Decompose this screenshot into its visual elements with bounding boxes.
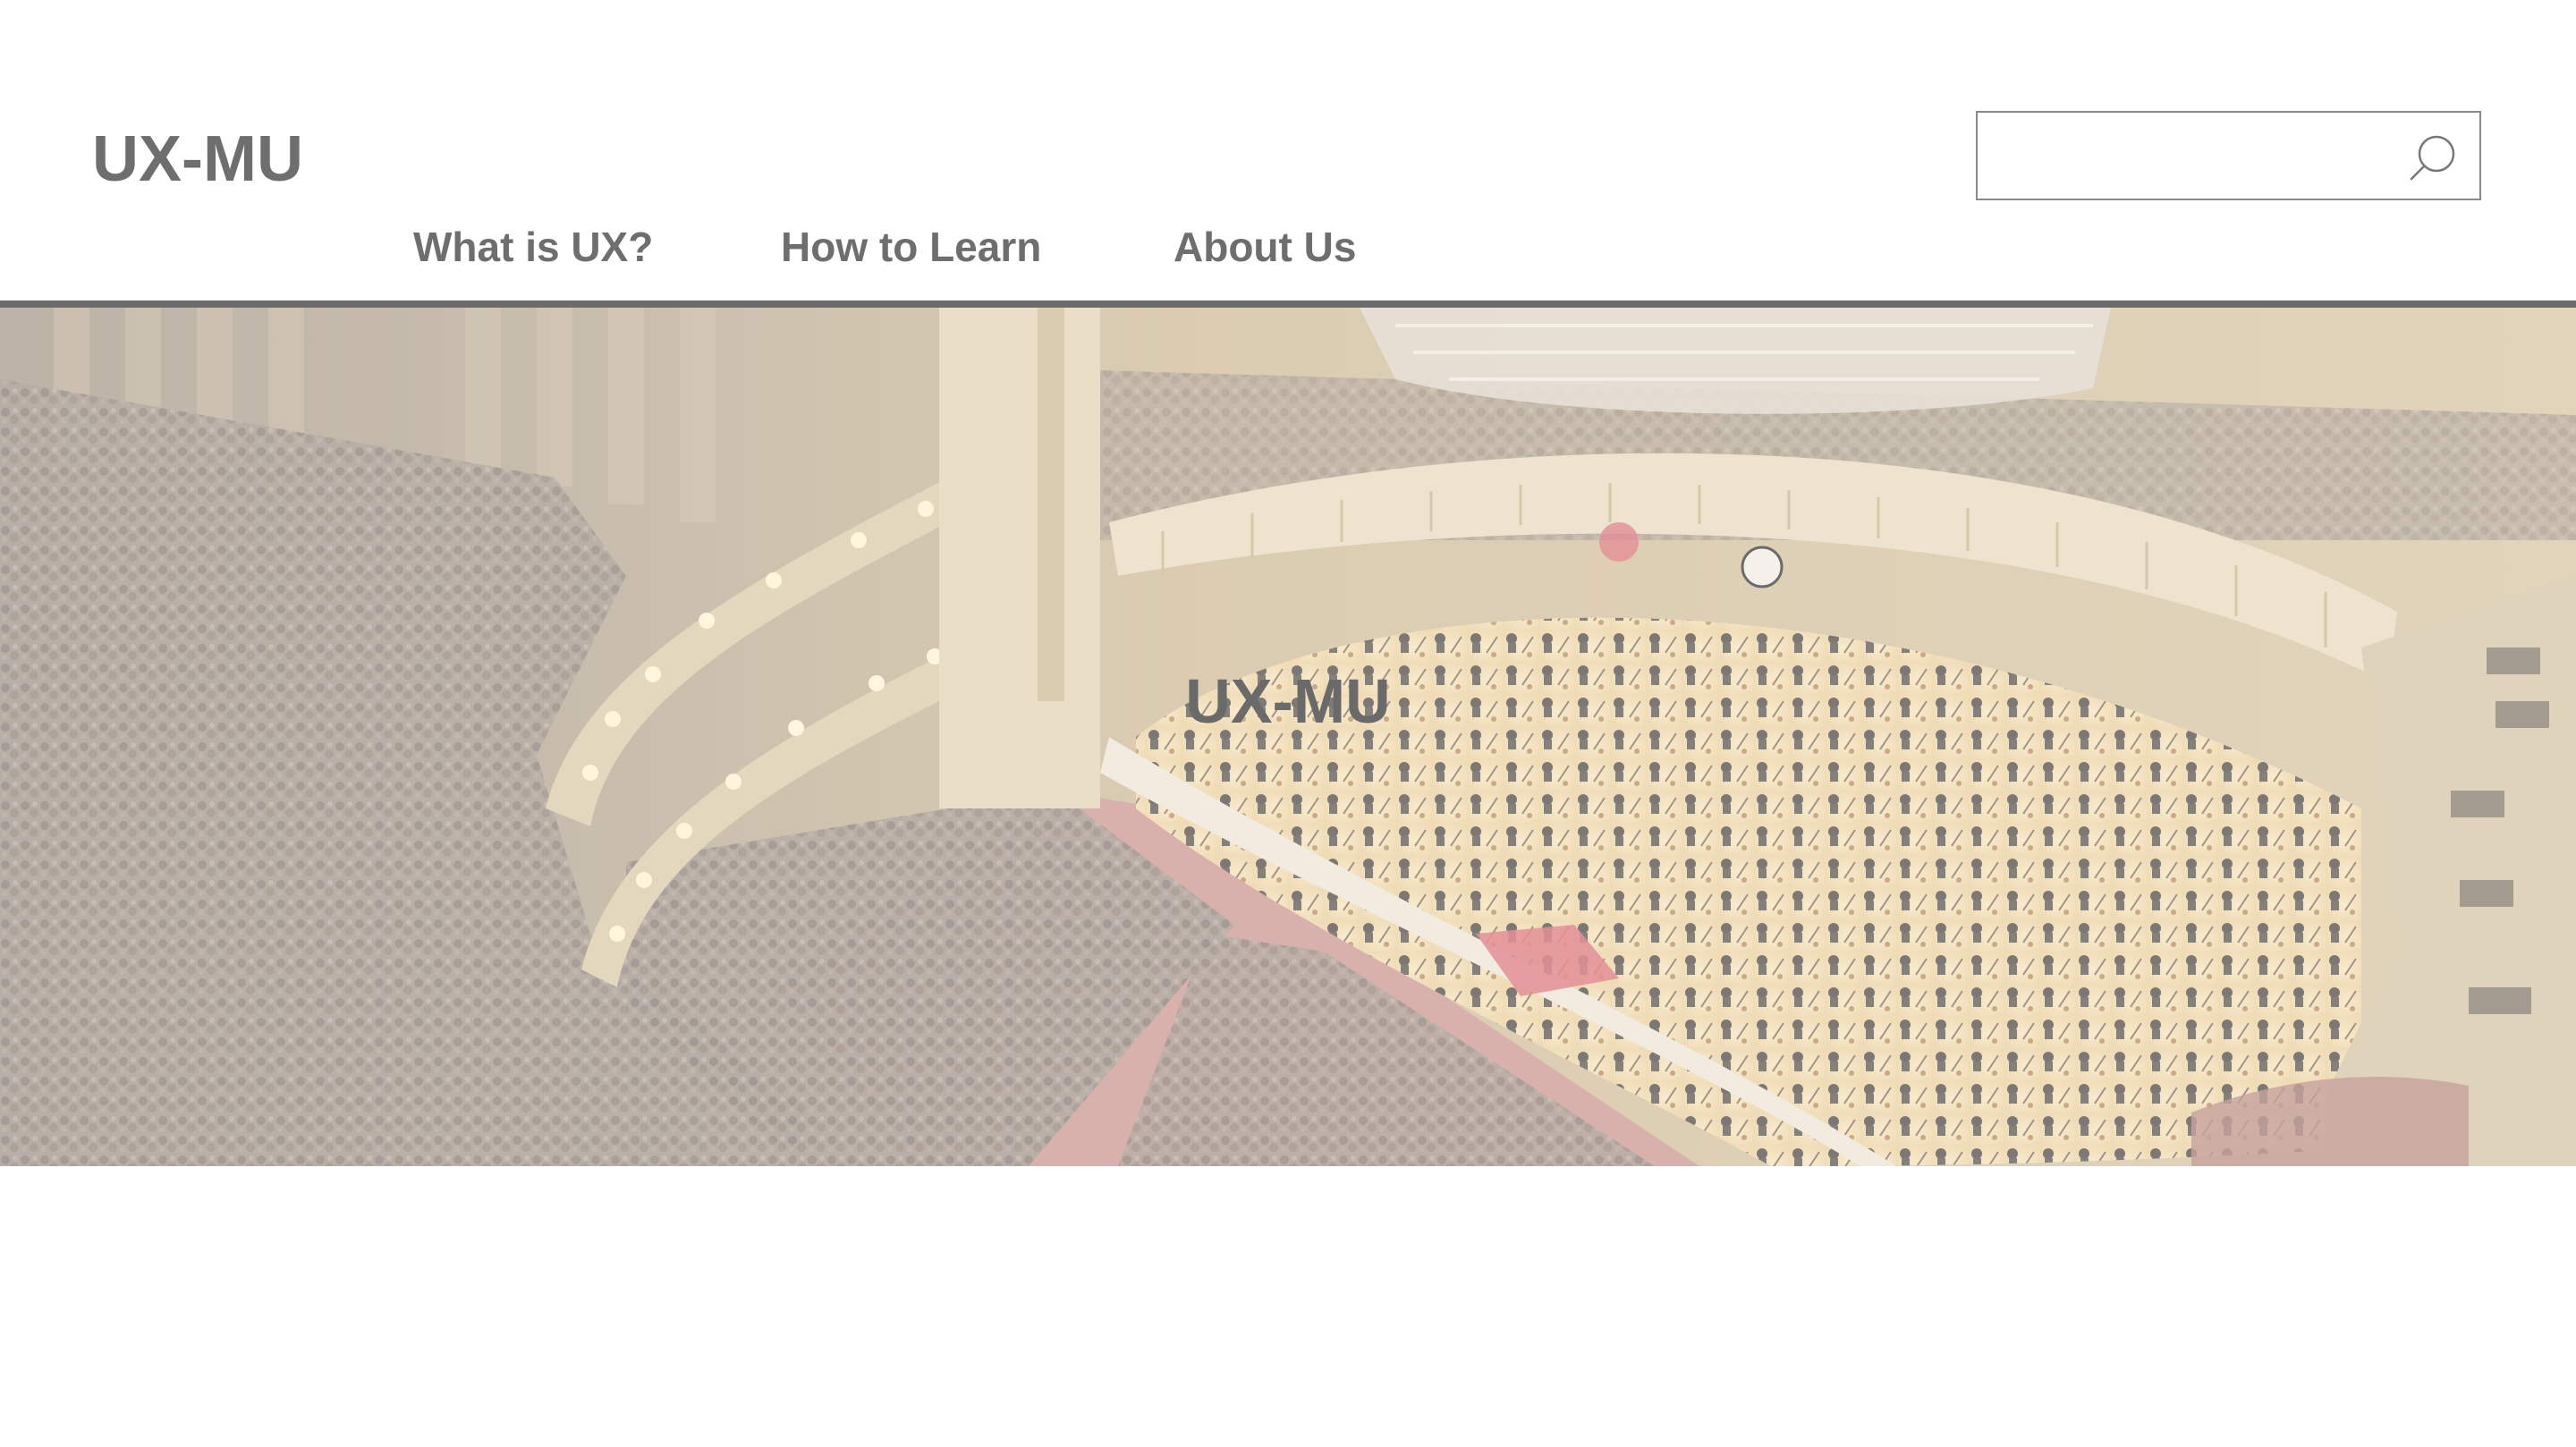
search-input[interactable]: [1978, 113, 2407, 199]
hero-title: UX-MU: [1185, 666, 1391, 736]
search-icon[interactable]: [2408, 132, 2458, 182]
nav-item-what-is-ux[interactable]: What is UX?: [413, 222, 653, 272]
nav-item-how-to-learn[interactable]: How to Learn: [781, 222, 1041, 272]
site-logo[interactable]: UX-MU: [92, 123, 303, 195]
nav-item-about-us[interactable]: About Us: [1174, 222, 1356, 272]
nav-divider: [0, 300, 2576, 308]
page: UX-MU What is UX? How to Learn About Us: [0, 0, 2576, 1447]
search-box[interactable]: [1976, 111, 2481, 200]
hero-banner: UX-MU: [0, 308, 2576, 1166]
hero-image: [0, 308, 2576, 1166]
